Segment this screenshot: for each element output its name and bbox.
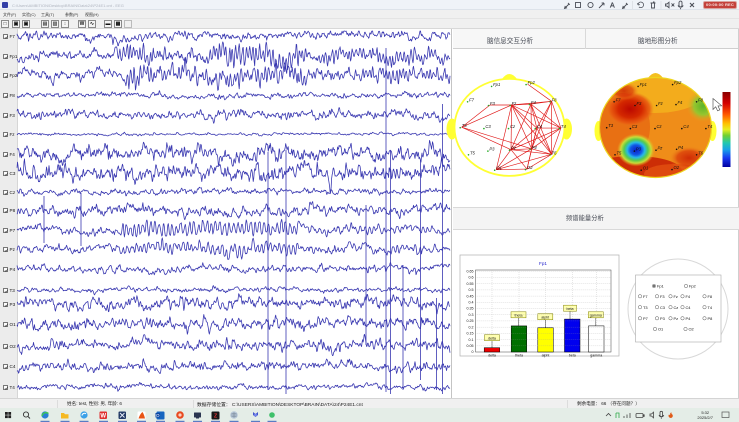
svg-text:delta: delta <box>488 354 496 358</box>
svg-text:C4: C4 <box>683 124 689 129</box>
svg-text:O1: O1 <box>643 166 649 171</box>
svg-text:Cz: Cz <box>657 124 663 129</box>
svg-text:Fp1: Fp1 <box>657 284 664 289</box>
svg-text:0.6: 0.6 <box>469 276 474 280</box>
svg-text:Cz: Cz <box>510 124 516 129</box>
svg-text:0.15: 0.15 <box>467 332 474 336</box>
svg-text:beta: beta <box>567 307 574 311</box>
svg-text:0.45: 0.45 <box>467 294 474 298</box>
svg-text:0: 0 <box>472 350 474 354</box>
svg-text:0.1: 0.1 <box>469 338 474 342</box>
svg-text:theta: theta <box>515 354 523 358</box>
svg-text:A: A <box>610 3 615 10</box>
svg-text:O2: O2 <box>689 327 694 332</box>
svg-text:T5: T5 <box>617 150 623 155</box>
svg-text:T6: T6 <box>552 150 558 155</box>
svg-text:P4: P4 <box>532 145 538 150</box>
svg-text:P7: P7 <box>643 316 648 321</box>
svg-text:P4: P4 <box>678 145 684 150</box>
svg-text:Fp2: Fp2 <box>528 80 536 85</box>
svg-text:F7: F7 <box>616 97 622 102</box>
svg-text:O1: O1 <box>658 327 663 332</box>
svg-text:gamma: gamma <box>590 354 602 358</box>
svg-text:C4: C4 <box>686 305 692 310</box>
svg-text:T4: T4 <box>561 124 567 129</box>
svg-text:F8: F8 <box>708 294 713 299</box>
svg-text:T6: T6 <box>698 150 704 155</box>
svg-text:0.05: 0.05 <box>467 344 474 348</box>
svg-text:Fp2: Fp2 <box>689 284 696 289</box>
svg-text:P3: P3 <box>636 147 642 152</box>
svg-text:Fz: Fz <box>674 294 678 299</box>
svg-text:C3: C3 <box>632 124 638 129</box>
svg-text:C4: C4 <box>537 124 543 129</box>
svg-text:F7: F7 <box>643 294 648 299</box>
svg-text:O1: O1 <box>496 166 502 171</box>
svg-text:alpht: alpht <box>541 315 549 319</box>
svg-text:O: O <box>156 413 160 418</box>
svg-text:0.4: 0.4 <box>469 301 474 305</box>
svg-text:O2: O2 <box>527 165 533 170</box>
svg-text:0.25: 0.25 <box>467 319 474 323</box>
svg-text:F3: F3 <box>637 101 643 106</box>
svg-text:T5: T5 <box>470 150 476 155</box>
svg-text:gamma: gamma <box>590 313 602 317</box>
svg-text:F3: F3 <box>660 294 665 299</box>
svg-text:0.55: 0.55 <box>467 282 474 286</box>
svg-text:Fp2: Fp2 <box>674 80 682 85</box>
svg-text:C3: C3 <box>485 124 491 129</box>
svg-text:Fp1: Fp1 <box>539 261 547 266</box>
svg-text:C3: C3 <box>660 305 665 310</box>
svg-text:O2: O2 <box>674 165 680 170</box>
svg-text:T3: T3 <box>643 305 648 310</box>
svg-text:Fp1: Fp1 <box>493 82 500 87</box>
svg-text:F4: F4 <box>531 100 537 105</box>
svg-text:P3: P3 <box>489 147 495 152</box>
svg-text:T3: T3 <box>608 123 614 128</box>
svg-text:0.35: 0.35 <box>467 307 474 311</box>
svg-text:Fp1: Fp1 <box>640 82 647 87</box>
svg-text:beta: beta <box>569 354 576 358</box>
svg-text:0.2: 0.2 <box>469 325 474 329</box>
svg-text:T3: T3 <box>462 123 468 128</box>
svg-text:F4: F4 <box>678 100 684 105</box>
svg-text:F8: F8 <box>552 97 558 102</box>
svg-text:alpht: alpht <box>542 354 550 358</box>
svg-text:T4: T4 <box>707 124 713 129</box>
svg-text:0.65: 0.65 <box>467 269 474 273</box>
svg-text:F7: F7 <box>469 97 475 102</box>
svg-text:0.3: 0.3 <box>469 313 474 317</box>
svg-text:0.5: 0.5 <box>469 288 474 292</box>
svg-text:W: W <box>100 413 106 419</box>
svg-text:P8: P8 <box>708 316 713 321</box>
svg-text:F8: F8 <box>698 97 704 102</box>
svg-text:P4: P4 <box>686 316 692 321</box>
svg-text:Cz: Cz <box>674 305 679 310</box>
svg-text:P3: P3 <box>660 316 665 321</box>
svg-text:F3: F3 <box>490 101 496 106</box>
svg-text:theta: theta <box>515 313 523 317</box>
svg-text:Pz: Pz <box>674 316 679 321</box>
